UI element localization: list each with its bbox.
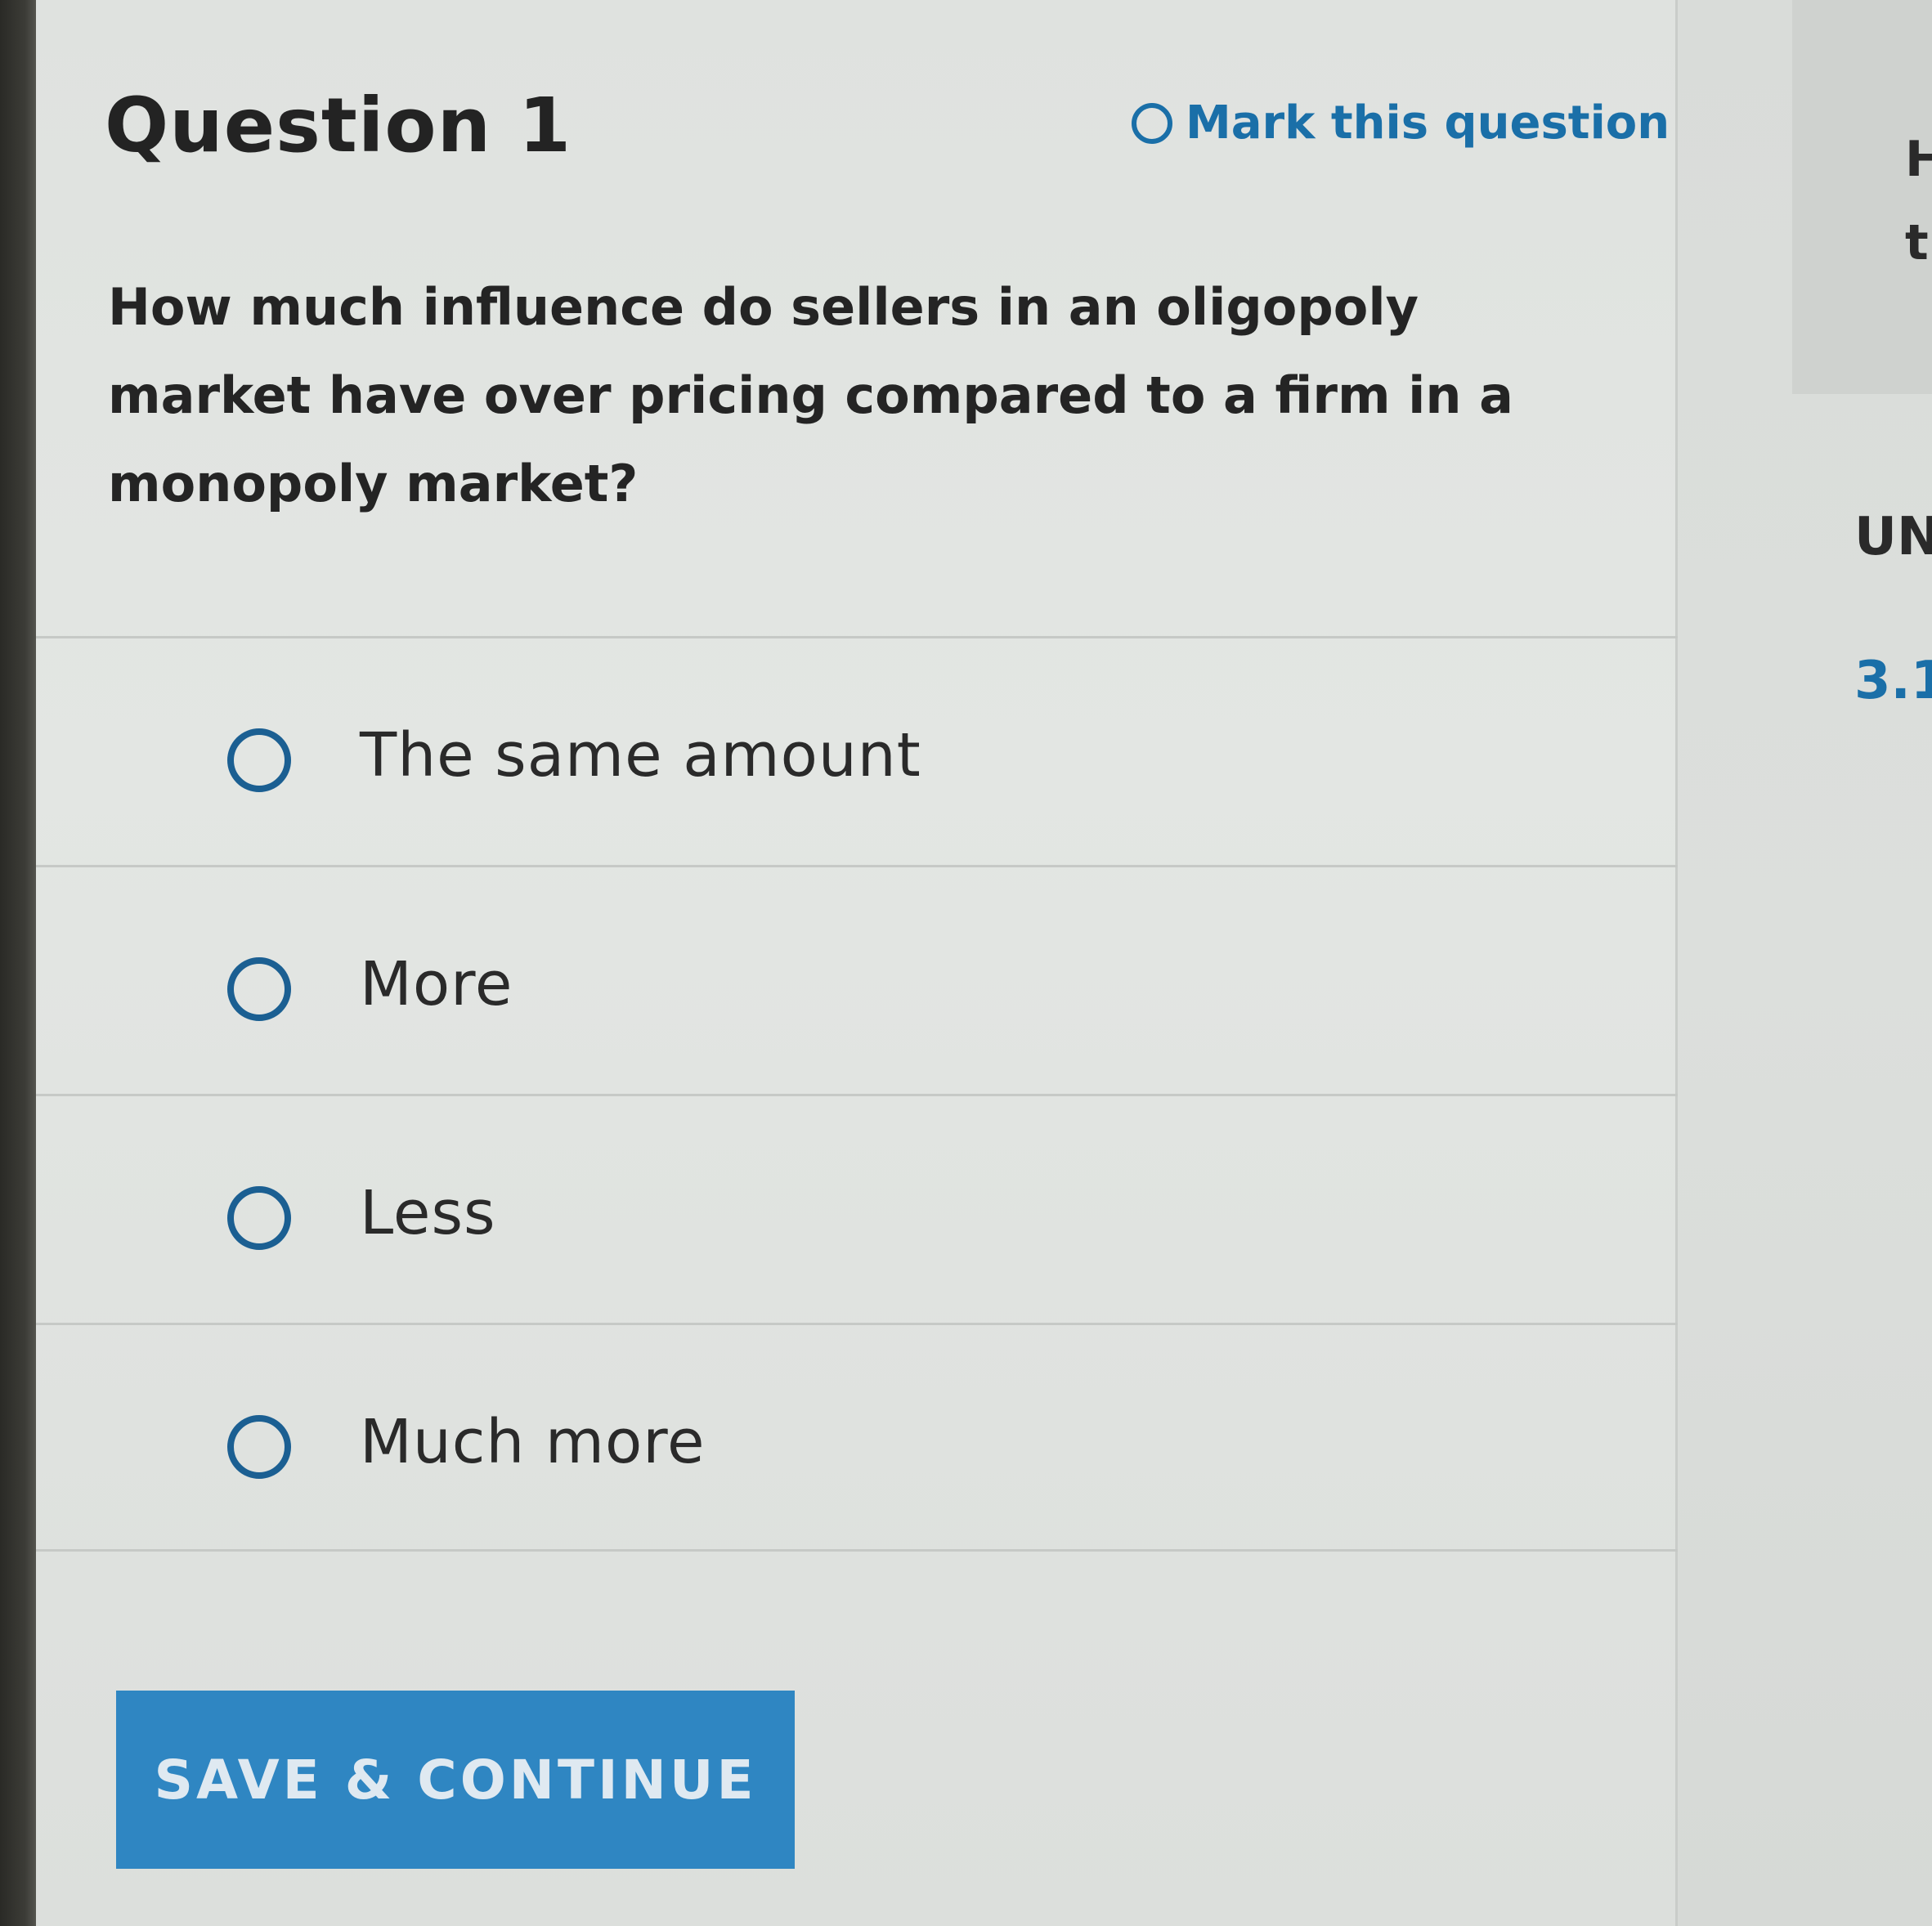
question-text: How much influence do sellers in an olig… [108,277,1513,513]
answer-option-label[interactable]: Less [360,1178,496,1248]
side-heading-fragment: UN [1854,507,1932,567]
screen-bezel [0,0,36,1926]
radio-icon[interactable] [227,957,291,1021]
answer-options: The same amount More Less Much more [36,636,1678,1552]
answer-option[interactable]: Less [36,1094,1678,1323]
question-panel: Question 1 Mark this question How much i… [36,0,1678,1926]
answer-option[interactable]: The same amount [36,636,1678,865]
radio-icon[interactable] [227,1186,291,1250]
radio-icon[interactable] [227,728,291,792]
mark-radio-icon[interactable] [1132,102,1172,144]
save-continue-button[interactable]: SAVE & CONTINUE [116,1691,795,1869]
answer-option-label[interactable]: Much more [360,1407,706,1477]
answer-option-label[interactable]: More [360,949,513,1019]
radio-icon[interactable] [227,1415,291,1479]
answer-option[interactable]: More [36,865,1678,1094]
side-card [1792,0,1932,394]
side-panel: H tl UN 3.1 [1678,0,1932,1926]
question-title: Question 1 [105,82,572,169]
side-fragment-h: H [1905,131,1932,188]
answer-option[interactable]: Much more [36,1323,1678,1552]
side-fragment-t: tl [1905,214,1932,271]
mark-question-label[interactable]: Mark this question [1186,96,1670,150]
answer-option-label[interactable]: The same amount [360,720,921,791]
mark-question-toggle[interactable]: Mark this question [1132,96,1670,150]
side-number-link[interactable]: 3.1 [1854,651,1932,711]
